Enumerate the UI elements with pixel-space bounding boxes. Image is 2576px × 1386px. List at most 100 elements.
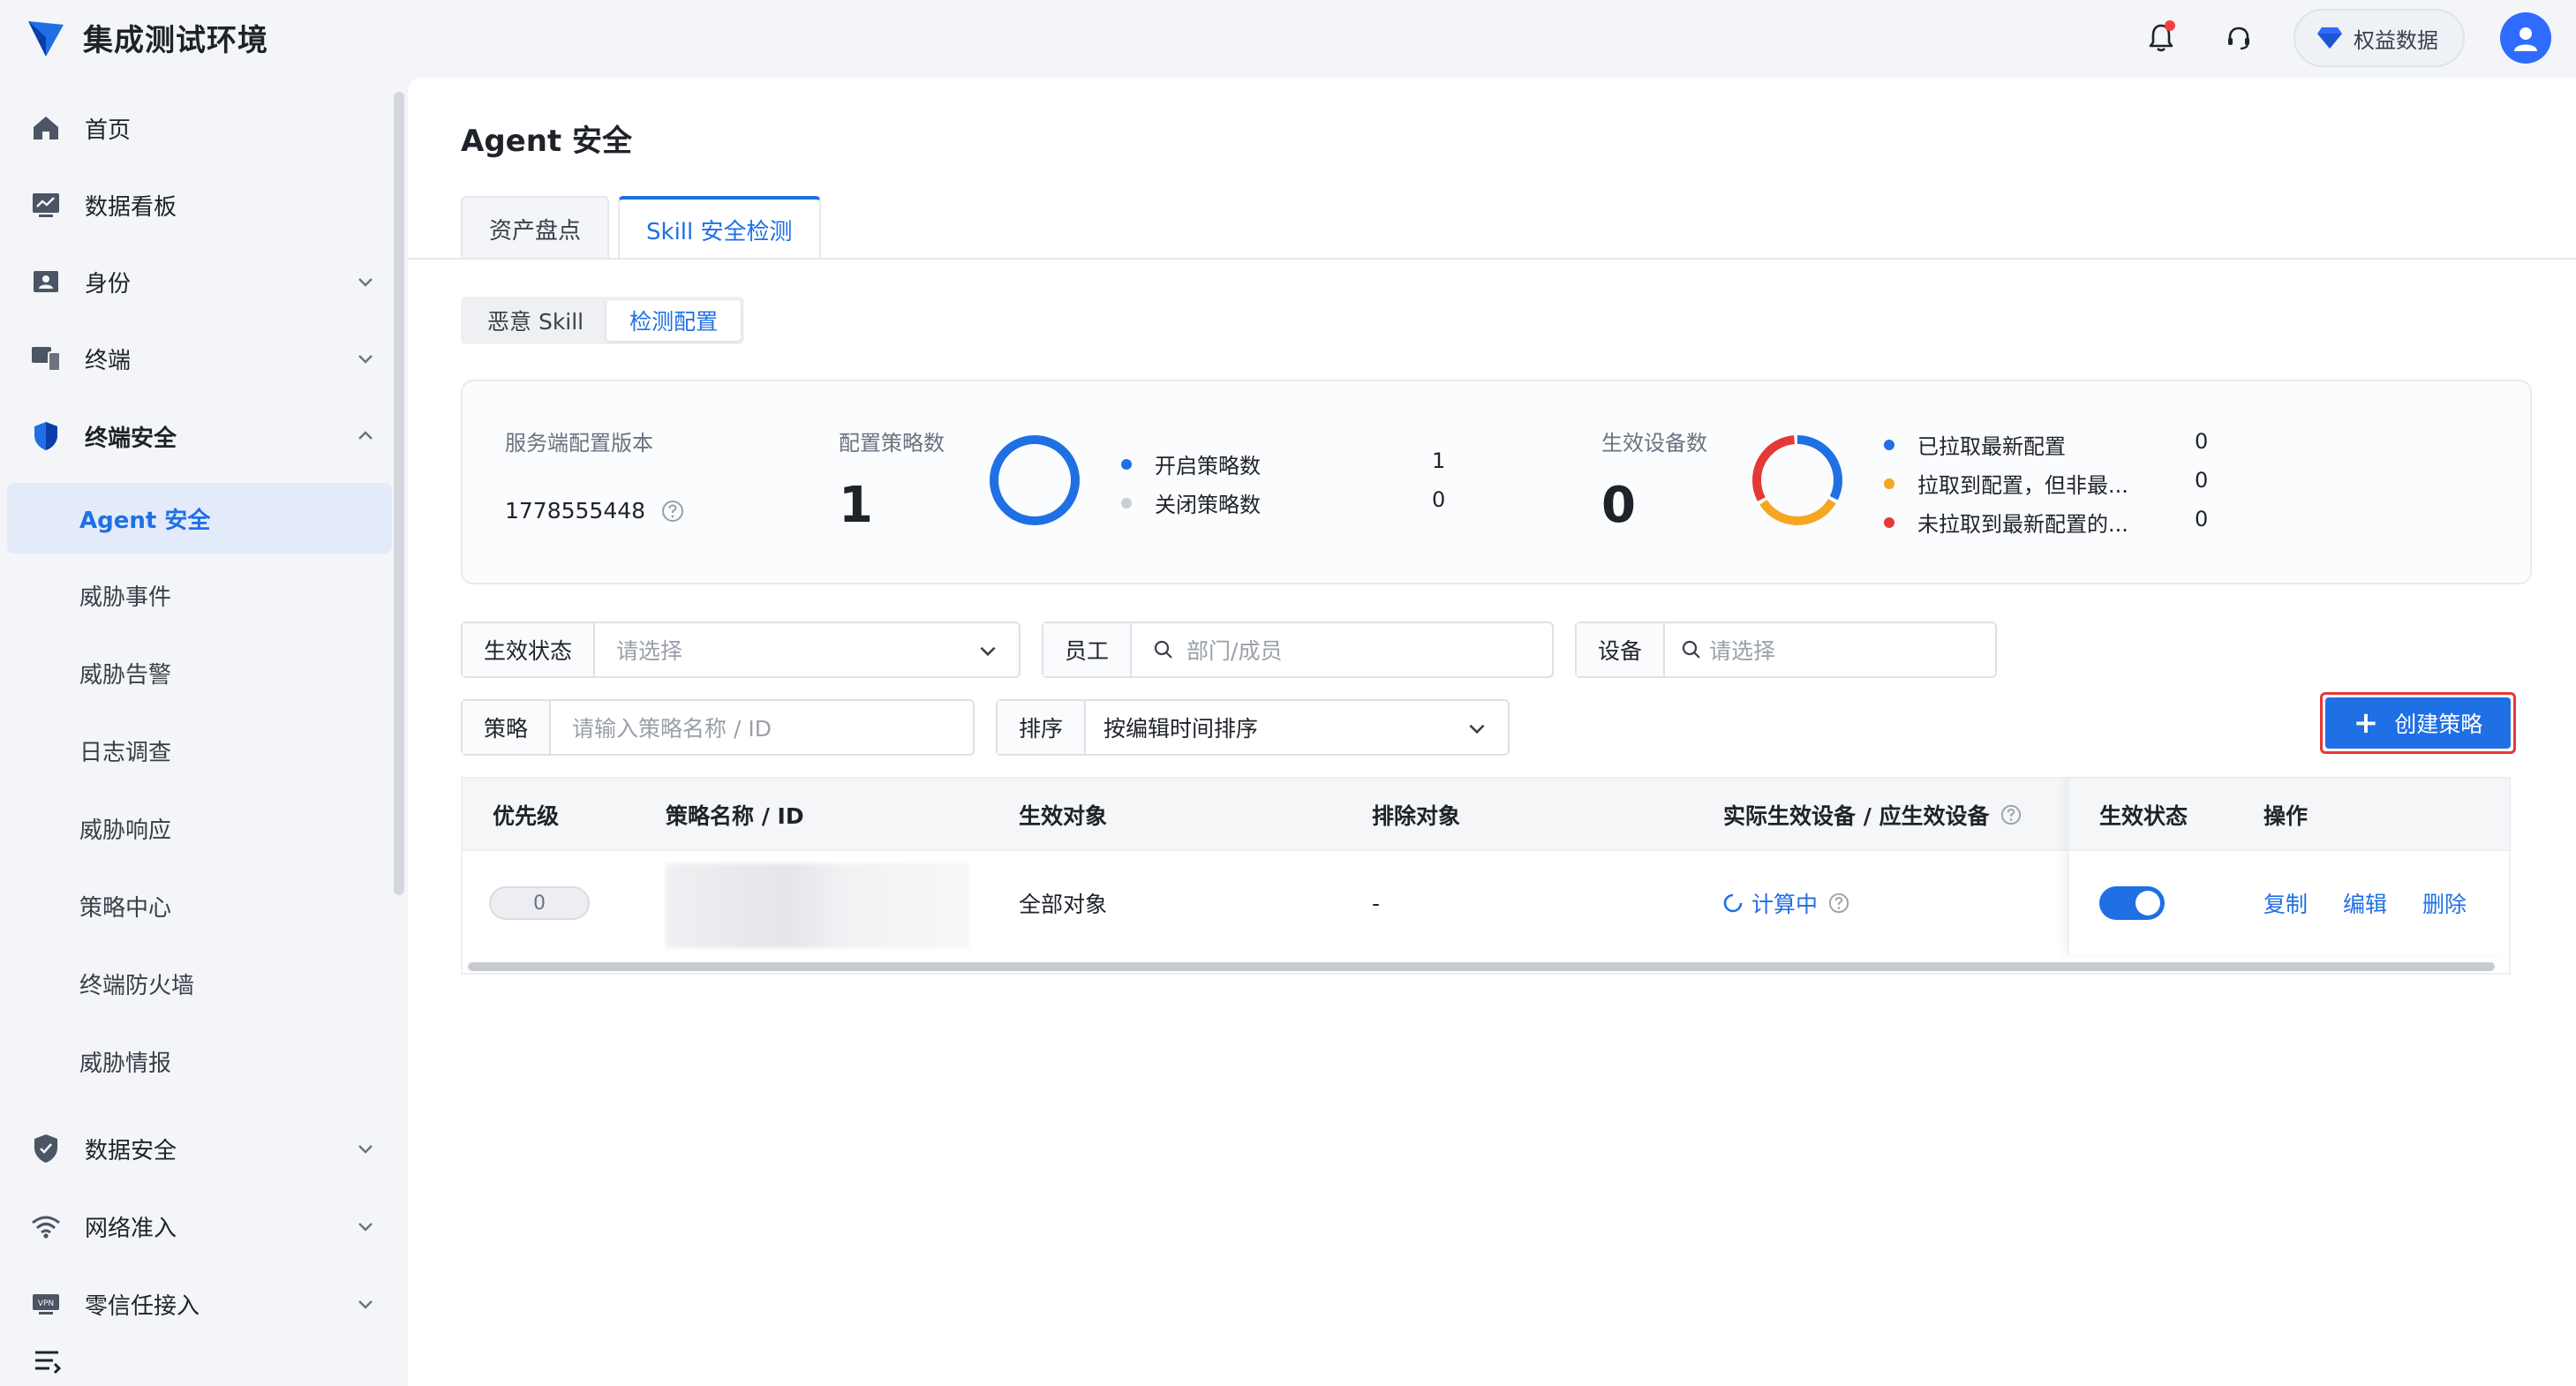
sidebar-item-policy-center[interactable]: 策略中心 xyxy=(7,870,392,941)
target-cell: 全部对象 xyxy=(1019,892,1108,917)
data-shield-icon xyxy=(30,1133,62,1164)
vpn-icon: VPN xyxy=(30,1288,62,1320)
legend-dot xyxy=(1121,458,1132,470)
sidebar-scrollbar[interactable] xyxy=(394,92,404,895)
table-horizontal-scrollbar[interactable] xyxy=(468,962,2495,971)
employee-search-placeholder: 部门/成员 xyxy=(1186,638,1283,664)
delete-link[interactable]: 删除 xyxy=(2422,887,2467,919)
computing-label: 计算中 xyxy=(1751,892,1819,917)
create-policy-button[interactable]: + 创建策略 xyxy=(2320,692,2516,754)
sidebar-item-label: 终端防火墙 xyxy=(79,972,195,999)
wifi-icon xyxy=(30,1210,62,1242)
status-cell xyxy=(2099,851,2165,955)
sidebar-item-label: 首页 xyxy=(85,117,132,144)
headset-support-icon[interactable] xyxy=(2219,19,2258,57)
sort-select-value: 按编辑时间排序 xyxy=(1103,716,1259,742)
policy-donut-chart xyxy=(990,435,1080,525)
help-circle-icon[interactable] xyxy=(661,500,684,523)
tab-asset-inventory[interactable]: 资产盘点 xyxy=(461,196,610,260)
policy-count-label: 配置策略数 xyxy=(839,431,945,456)
chevron-down-icon xyxy=(358,1300,373,1309)
sidebar-item-identity[interactable]: 身份 xyxy=(7,246,392,317)
sort-filter-label: 排序 xyxy=(998,701,1087,754)
sort-select[interactable]: 按编辑时间排序 xyxy=(1086,701,1508,754)
sidebar-item-network-access[interactable]: 网络准入 xyxy=(7,1191,392,1262)
employee-filter[interactable]: 员工 部门/成员 xyxy=(1042,621,1554,678)
sidebar-item-label: 零信任接入 xyxy=(85,1292,200,1320)
legend-dot xyxy=(1884,478,1894,489)
enable-toggle[interactable] xyxy=(2099,886,2165,920)
sidebar-item-label: 终端 xyxy=(85,347,132,374)
sidebar-item-threat-events[interactable]: 威胁事件 xyxy=(7,560,392,630)
device-count-value: 0 xyxy=(1601,477,1636,534)
sidebar-item-endpoint-firewall[interactable]: 终端防火墙 xyxy=(7,948,392,1019)
policy-filter[interactable]: 策略 请输入策略名称 / ID xyxy=(461,699,975,756)
status-select[interactable]: 请选择 xyxy=(595,623,1019,676)
user-avatar-icon[interactable] xyxy=(2500,12,2551,64)
device-search-input[interactable]: 请选择 xyxy=(1665,623,1995,676)
notification-bell-icon[interactable] xyxy=(2142,19,2181,57)
policy-count-value: 1 xyxy=(839,477,873,534)
sidebar-item-endpoint-security[interactable]: 终端安全 xyxy=(7,401,392,471)
sidebar-item-threat-alerts[interactable]: 威胁告警 xyxy=(7,637,392,708)
column-header-actions: 操作 xyxy=(2263,803,2309,829)
sidebar-item-threat-intel[interactable]: 威胁情报 xyxy=(7,1026,392,1096)
plus-icon: + xyxy=(2353,705,2379,741)
edit-link[interactable]: 编辑 xyxy=(2343,887,2387,919)
sidebar-item-home[interactable]: 首页 xyxy=(7,93,392,163)
segment-malicious-skill[interactable]: 恶意 Skill xyxy=(464,300,606,341)
legend-label: 拉取到配置，但非最... xyxy=(1917,473,2128,498)
legend-dot xyxy=(1884,439,1894,450)
legend-value: 0 xyxy=(2195,429,2209,454)
sidebar-item-label: 终端安全 xyxy=(85,425,177,452)
chevron-down-icon xyxy=(358,1145,373,1154)
sidebar-item-label: 数据看板 xyxy=(85,193,177,221)
legend-value: 0 xyxy=(2195,507,2209,531)
sort-filter[interactable]: 排序 按编辑时间排序 xyxy=(996,699,1510,756)
sidebar-item-agent-security[interactable]: Agent 安全 xyxy=(7,483,392,554)
svg-text:VPN: VPN xyxy=(38,1299,54,1308)
help-circle-icon[interactable] xyxy=(2000,804,2022,825)
legend-dot xyxy=(1884,516,1894,528)
rights-data-button[interactable]: 权益数据 xyxy=(2294,9,2465,67)
sidebar-item-zero-trust[interactable]: VPN 零信任接入 xyxy=(7,1269,392,1339)
actions-cell: 复制 编辑 删除 xyxy=(2263,851,2467,955)
tab-skill-security-detection[interactable]: Skill 安全检测 xyxy=(618,196,821,260)
brand[interactable]: 集成测试环境 xyxy=(26,16,268,59)
copy-link[interactable]: 复制 xyxy=(2263,887,2308,919)
chevron-down-icon xyxy=(980,646,996,657)
sidebar-item-label: 网络准入 xyxy=(85,1215,177,1242)
chevron-down-icon xyxy=(358,355,373,364)
policy-table: 优先级 策略名称 / ID 生效对象 排除对象 实际生效设备 / 应生效设备 生… xyxy=(461,777,2511,975)
sidebar-item-label: Agent 安全 xyxy=(79,507,211,534)
page-title: Agent 安全 xyxy=(461,124,633,159)
server-version-row: 1778555448 xyxy=(505,498,684,524)
sidebar-item-dashboard[interactable]: 数据看板 xyxy=(7,169,392,240)
device-filter[interactable]: 设备 请选择 xyxy=(1575,621,1997,678)
segment-detection-config[interactable]: 检测配置 xyxy=(606,300,742,341)
sidebar-item-label: 威胁事件 xyxy=(79,584,172,611)
collapse-menu-icon[interactable] xyxy=(32,1345,64,1377)
sidebar-item-endpoint[interactable]: 终端 xyxy=(7,323,392,394)
policy-search-input[interactable]: 请输入策略名称 / ID xyxy=(551,701,973,754)
home-icon xyxy=(30,112,62,144)
priority-badge[interactable]: 0 xyxy=(489,886,590,920)
sidebar-item-label: 策略中心 xyxy=(79,894,172,922)
legend-latest-config: 已拉取最新配置 xyxy=(1884,429,2066,460)
employee-search-input[interactable]: 部门/成员 xyxy=(1132,623,1552,676)
sidebar-item-log-investigation[interactable]: 日志调查 xyxy=(7,715,392,786)
help-circle-icon[interactable] xyxy=(1828,893,1849,914)
column-header-policy-name: 策略名称 / ID xyxy=(666,803,804,829)
sidebar-item-label: 威胁情报 xyxy=(79,1050,172,1077)
sidebar-item-data-security[interactable]: 数据安全 xyxy=(7,1113,392,1184)
sidebar-item-label: 威胁响应 xyxy=(79,817,172,844)
column-header-devices-label: 实际生效设备 / 应生效设备 xyxy=(1723,803,1990,829)
sidebar-item-threat-response[interactable]: 威胁响应 xyxy=(7,793,392,863)
status-filter[interactable]: 生效状态 请选择 xyxy=(461,621,1021,678)
column-header-exclude: 排除对象 xyxy=(1372,803,1461,829)
create-policy-label: 创建策略 xyxy=(2394,712,2483,737)
legend-label: 未拉取到最新配置的... xyxy=(1917,512,2128,537)
devices-icon xyxy=(30,343,62,374)
chevron-up-icon xyxy=(358,431,373,440)
diamond-icon xyxy=(2317,27,2342,49)
